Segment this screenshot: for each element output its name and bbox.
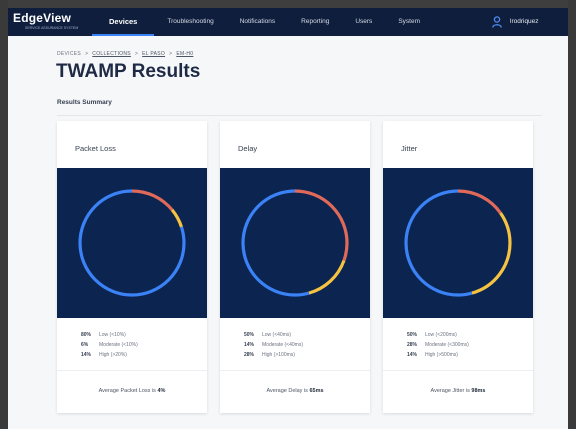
legend-pct: 50% [407,332,418,338]
brand-subtitle: SERVICE ASSURANCE SYSTEM [25,26,79,30]
footer-text: Average Delay is [266,388,310,394]
legend-item-moderate: 14% Moderate (<40ms) [244,342,303,352]
nav-item-system[interactable]: System [385,8,433,36]
brand-name: EdgeView [13,11,72,25]
packet-loss-donut-chart [57,168,207,318]
nav-item-devices[interactable]: Devices [92,8,155,36]
legend-item-moderate: 28% Moderate (<300ms) [407,342,469,352]
chart-legend: 50% Low (<200ms) 28% Moderate (<300ms) 1… [407,332,469,362]
donut-svg [241,189,349,297]
legend-pct: 50% [244,332,255,338]
legend-label: High (>20%) [99,352,127,358]
card-footer: Average Packet Loss is 4% [57,370,207,413]
breadcrumb-collections[interactable]: COLLECTIONS [92,51,131,57]
card-title: Delay [238,144,258,153]
chart-legend: 50% Low (<40ms) 14% Moderate (<40ms) 28%… [244,332,303,362]
card-footer: Average Jitter is 98ms [383,370,533,413]
breadcrumb-em-h0[interactable]: EM-H0 [176,51,193,57]
legend-label: Moderate (<40ms) [262,342,303,348]
user-name[interactable]: lrodriquez [510,8,539,36]
section-divider [57,115,542,116]
legend-pct: 14% [81,352,92,358]
breadcrumb: DEVICES > COLLECTIONS > EL PASO > EM-H0 [57,51,193,57]
nav-item-notifications[interactable]: Notifications [227,8,288,36]
legend-label: High (>100ms) [262,352,295,358]
legend-label: Low (<200ms) [425,332,457,338]
nav-item-troubleshooting[interactable]: Troubleshooting [154,8,226,36]
footer-value: 4% [157,388,166,394]
delay-donut-chart [220,168,370,318]
breadcrumb-separator: > [169,51,173,57]
app-window: EdgeView SERVICE ASSURANCE SYSTEM Device… [8,8,568,429]
brand-logo[interactable]: EdgeView SERVICE ASSURANCE SYSTEM [13,11,81,33]
footer-value: 65ms [309,388,324,394]
card-title: Jitter [401,144,418,153]
legend-item-moderate: 6% Moderate (<10%) [81,342,138,352]
jitter-card: Jitter 50% Low (<200ms) 28% Moderate (<3… [383,121,533,413]
window-frame-top [0,0,576,8]
page-title: TWAMP Results [56,61,201,82]
user-icon[interactable] [492,16,502,28]
legend-label: Moderate (<300ms) [425,342,469,348]
donut-svg [404,189,512,297]
legend-item-low: 50% Low (<200ms) [407,332,469,342]
legend-pct: 80% [81,332,92,338]
top-nav-bar: EdgeView SERVICE ASSURANCE SYSTEM Device… [8,8,568,36]
breadcrumb-separator: > [134,51,139,57]
window-frame-right [568,0,576,429]
legend-pct: 14% [244,342,255,348]
legend-item-high: 28% High (>100ms) [244,352,303,362]
section-label: Results Summary [57,99,112,106]
legend-item-low: 50% Low (<40ms) [244,332,303,342]
breadcrumb-el-paso[interactable]: EL PASO [142,51,165,57]
legend-item-low: 80% Low (<10%) [81,332,138,342]
legend-label: Moderate (<10%) [99,342,138,348]
nav-item-users[interactable]: Users [342,8,385,36]
breadcrumb-separator: > [85,51,89,57]
legend-pct: 14% [407,352,418,358]
legend-item-high: 14% High (>500ms) [407,352,469,362]
delay-card: Delay 50% Low (<40ms) 14% Moderate (<40m… [220,121,370,413]
legend-pct: 6% [81,342,89,348]
card-title: Packet Loss [75,144,116,153]
legend-item-high: 14% High (>20%) [81,352,138,362]
breadcrumb-devices[interactable]: DEVICES [57,51,81,57]
window-frame-left [0,0,8,429]
nav-menu: Devices Troubleshooting Notifications Re… [92,8,433,36]
legend-pct: 28% [407,342,418,348]
nav-item-reporting[interactable]: Reporting [288,8,342,36]
legend-pct: 28% [244,352,255,358]
footer-value: 98ms [471,388,486,394]
legend-label: High (>500ms) [425,352,458,358]
donut-svg [78,189,186,297]
jitter-donut-chart [383,168,533,318]
chart-legend: 80% Low (<10%) 6% Moderate (<10%) 14% Hi… [81,332,138,362]
legend-label: Low (<40ms) [262,332,292,338]
footer-text: Average Jitter is [430,388,472,394]
footer-text: Average Packet Loss is [98,388,158,394]
packet-loss-card: Packet Loss 80% Low (<10%) 6% Moderate (… [57,121,207,413]
legend-label: Low (<10%) [99,332,126,338]
card-footer: Average Delay is 65ms [220,370,370,413]
